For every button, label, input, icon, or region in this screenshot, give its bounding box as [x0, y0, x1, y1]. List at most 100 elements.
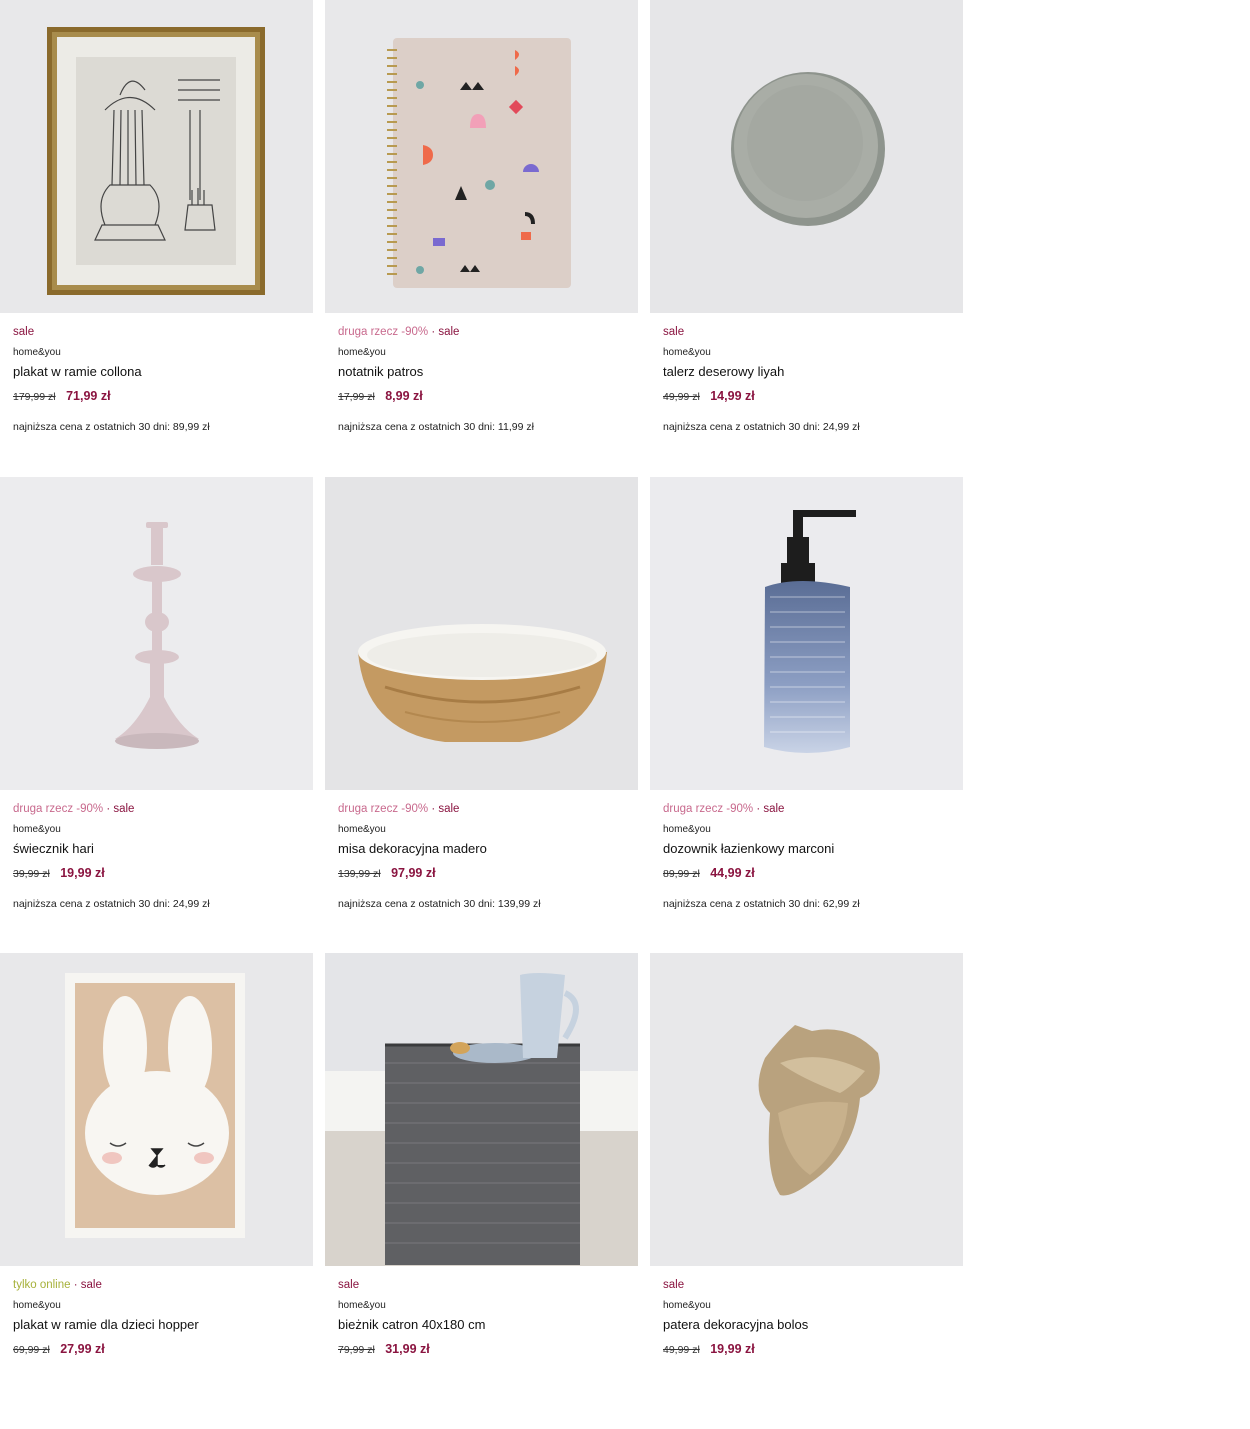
product-card[interactable]: druga rzecz -90% · sale home&you misa de… — [325, 477, 638, 953]
lowest-price-note: najniższa cena z ostatnich 30 dni: 139,9… — [338, 898, 541, 910]
old-price: 39,99 zł — [13, 868, 50, 880]
product-tag-sale: sale — [438, 326, 460, 338]
old-price: 69,99 zł — [13, 1344, 50, 1356]
product-brand: home&you — [13, 824, 61, 835]
product-tag-sale: sale — [663, 1279, 685, 1291]
product-tags: druga rzecz -90% · sale — [338, 324, 633, 340]
product-image[interactable] — [0, 953, 313, 1266]
sale-price: 97,99 zł — [391, 866, 436, 880]
product-image[interactable] — [0, 0, 313, 313]
spiral-notebook-image — [325, 0, 638, 313]
sale-price: 19,99 zł — [60, 866, 105, 880]
product-tag-online: tylko online — [13, 1279, 71, 1291]
old-price: 179,99 zł — [13, 391, 56, 403]
product-tag-sale: sale — [113, 803, 135, 815]
sale-price: 8,99 zł — [385, 389, 423, 403]
product-tags: druga rzecz -90% · sale — [663, 801, 958, 817]
product-image[interactable] — [0, 477, 313, 790]
old-price: 17,99 zł — [338, 391, 375, 403]
product-tag-sale: sale — [438, 803, 460, 815]
product-tags: sale — [663, 324, 958, 340]
product-card[interactable]: druga rzecz -90% · sale home&you notatni… — [325, 0, 638, 476]
product-image[interactable] — [325, 477, 638, 790]
lowest-price-note: najniższa cena z ostatnich 30 dni: 24,99… — [663, 421, 860, 433]
price-row: 139,99 zł 97,99 zł — [338, 865, 633, 881]
product-tags: sale — [13, 324, 308, 340]
sale-price: 14,99 zł — [710, 389, 755, 403]
tag-separator: · — [428, 326, 439, 338]
product-tag-promo: druga rzecz -90% — [338, 326, 429, 338]
product-name[interactable]: misa dekoracyjna madero — [338, 840, 633, 857]
product-image[interactable] — [325, 953, 638, 1266]
old-price: 79,99 zł — [338, 1344, 375, 1356]
product-name[interactable]: notatnik patros — [338, 363, 633, 380]
framed-column-poster-image — [0, 0, 313, 313]
price-row: 179,99 zł 71,99 zł — [13, 388, 308, 404]
product-card[interactable]: sale home&you plakat w ramie collona 179… — [0, 0, 313, 476]
product-brand: home&you — [13, 1300, 61, 1311]
tag-separator: · — [70, 1279, 81, 1291]
price-row: 69,99 zł 27,99 zł — [13, 1341, 308, 1357]
acorn-tray-image — [650, 953, 963, 1266]
product-card[interactable]: druga rzecz -90% · sale home&you dozowni… — [650, 477, 963, 953]
product-name[interactable]: bieżnik catron 40x180 cm — [338, 1316, 633, 1333]
price-row: 49,99 zł 19,99 zł — [663, 1341, 958, 1357]
product-tags: tylko online · sale — [13, 1277, 308, 1293]
product-name[interactable]: plakat w ramie collona — [13, 363, 308, 380]
dessert-plate-image — [650, 0, 963, 313]
product-card[interactable]: sale home&you patera dekoracyjna bolos 4… — [650, 953, 963, 1429]
product-image[interactable] — [650, 0, 963, 313]
product-tag-promo: druga rzecz -90% — [663, 803, 754, 815]
product-name[interactable]: plakat w ramie dla dzieci hopper — [13, 1316, 308, 1333]
price-row: 49,99 zł 14,99 zł — [663, 388, 958, 404]
product-tags: druga rzecz -90% · sale — [13, 801, 308, 817]
lowest-price-note: najniższa cena z ostatnich 30 dni: 11,99… — [338, 421, 534, 433]
product-brand: home&you — [663, 1300, 711, 1311]
product-card[interactable]: sale home&you talerz deserowy liyah 49,9… — [650, 0, 963, 476]
product-image[interactable] — [650, 477, 963, 790]
product-tags: sale — [663, 1277, 958, 1293]
product-brand: home&you — [338, 347, 386, 358]
lowest-price-note: najniższa cena z ostatnich 30 dni: 24,99… — [13, 898, 210, 910]
product-brand: home&you — [13, 347, 61, 358]
product-brand: home&you — [663, 824, 711, 835]
price-row: 39,99 zł 19,99 zł — [13, 865, 308, 881]
product-image[interactable] — [325, 0, 638, 313]
product-tag-sale: sale — [338, 1279, 360, 1291]
table-runner-image — [325, 953, 638, 1266]
product-tag-promo: druga rzecz -90% — [338, 803, 429, 815]
lowest-price-note: najniższa cena z ostatnich 30 dni: 89,99… — [13, 421, 210, 433]
product-brand: home&you — [663, 347, 711, 358]
product-tags: druga rzecz -90% · sale — [338, 801, 633, 817]
product-name[interactable]: świecznik hari — [13, 840, 308, 857]
price-row: 79,99 zł 31,99 zł — [338, 1341, 633, 1357]
product-tag-sale: sale — [13, 326, 35, 338]
product-image[interactable] — [650, 953, 963, 1266]
bunny-poster-image — [0, 953, 313, 1266]
product-tag-sale: sale — [763, 803, 785, 815]
product-name[interactable]: dozownik łazienkowy marconi — [663, 840, 958, 857]
price-row: 17,99 zł 8,99 zł — [338, 388, 633, 404]
product-tags: sale — [338, 1277, 633, 1293]
old-price: 139,99 zł — [338, 868, 381, 880]
product-brand: home&you — [338, 824, 386, 835]
product-tag-sale: sale — [663, 326, 685, 338]
tag-separator: · — [428, 803, 439, 815]
product-name[interactable]: talerz deserowy liyah — [663, 363, 958, 380]
sale-price: 44,99 zł — [710, 866, 755, 880]
tag-separator: · — [103, 803, 114, 815]
product-tag-sale: sale — [80, 1279, 102, 1291]
old-price: 89,99 zł — [663, 868, 700, 880]
sale-price: 71,99 zł — [66, 389, 111, 403]
wooden-bowl-image — [325, 477, 638, 790]
tag-separator: · — [753, 803, 764, 815]
product-card[interactable]: druga rzecz -90% · sale home&you świeczn… — [0, 477, 313, 953]
product-card[interactable]: sale home&you bieżnik catron 40x180 cm 7… — [325, 953, 638, 1429]
product-brand: home&you — [338, 1300, 386, 1311]
product-name[interactable]: patera dekoracyjna bolos — [663, 1316, 958, 1333]
price-row: 89,99 zł 44,99 zł — [663, 865, 958, 881]
soap-dispenser-image — [650, 477, 963, 790]
product-card[interactable]: tylko online · sale home&you plakat w ra… — [0, 953, 313, 1429]
old-price: 49,99 zł — [663, 391, 700, 403]
old-price: 49,99 zł — [663, 1344, 700, 1356]
